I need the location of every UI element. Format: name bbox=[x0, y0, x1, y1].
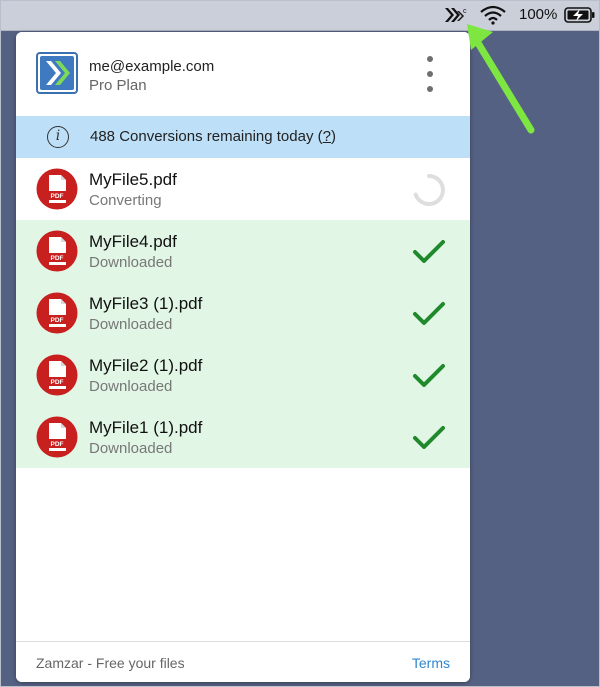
pdf-file-icon: PDF bbox=[36, 168, 78, 210]
account-header: me@example.com Pro Plan bbox=[16, 32, 470, 116]
file-name: MyFile4.pdf bbox=[89, 232, 177, 251]
svg-text:PDF: PDF bbox=[51, 317, 64, 324]
checkmark-icon bbox=[413, 426, 445, 449]
file-status: Converting bbox=[89, 192, 162, 209]
more-options-button[interactable] bbox=[420, 56, 440, 92]
checkmark-icon bbox=[413, 302, 445, 325]
file-name: MyFile1 (1).pdf bbox=[89, 418, 203, 437]
pdf-file-icon: PDF bbox=[36, 354, 78, 396]
terms-link[interactable]: Terms bbox=[412, 655, 450, 671]
panel-footer: Zamzar - Free your files Terms bbox=[16, 641, 470, 682]
more-dot-icon bbox=[427, 56, 433, 62]
conversions-info-bar: i 488 Conversions remaining today (?) bbox=[16, 116, 470, 158]
footer-tagline: Zamzar - Free your files bbox=[36, 655, 185, 671]
svg-text:PDF: PDF bbox=[51, 379, 64, 386]
file-status: Downloaded bbox=[89, 378, 173, 395]
pdf-file-icon: PDF bbox=[36, 292, 78, 334]
zamzar-popup-panel: me@example.com Pro Plan i 488 Conversion… bbox=[16, 32, 470, 682]
account-plan: Pro Plan bbox=[89, 77, 147, 94]
battery-charging-icon[interactable] bbox=[564, 6, 596, 24]
file-name: MyFile5.pdf bbox=[89, 170, 177, 189]
file-row[interactable]: PDF MyFile4.pdf Downloaded bbox=[16, 220, 470, 282]
file-status: Downloaded bbox=[89, 254, 173, 271]
file-row[interactable]: PDF MyFile1 (1).pdf Downloaded bbox=[16, 406, 470, 468]
checkmark-icon bbox=[413, 240, 445, 263]
loading-spinner-icon bbox=[413, 174, 445, 206]
account-email: me@example.com bbox=[89, 58, 215, 75]
annotation-arrow bbox=[467, 24, 535, 134]
svg-text:c: c bbox=[463, 8, 467, 15]
file-row[interactable]: PDF MyFile5.pdf Converting bbox=[16, 158, 470, 220]
svg-text:PDF: PDF bbox=[51, 255, 64, 262]
file-name: MyFile2 (1).pdf bbox=[89, 356, 203, 375]
file-status: Downloaded bbox=[89, 316, 173, 333]
conversions-remaining-text: 488 Conversions remaining today (?) bbox=[90, 128, 336, 145]
info-icon: i bbox=[47, 126, 69, 148]
svg-text:PDF: PDF bbox=[51, 441, 64, 448]
file-status: Downloaded bbox=[89, 440, 173, 457]
file-row[interactable]: PDF MyFile2 (1).pdf Downloaded bbox=[16, 344, 470, 406]
pdf-file-icon: PDF bbox=[36, 230, 78, 272]
svg-text:PDF: PDF bbox=[51, 193, 64, 200]
file-row[interactable]: PDF MyFile3 (1).pdf Downloaded bbox=[16, 282, 470, 344]
conversions-text-suffix: ) bbox=[330, 128, 336, 145]
checkmark-icon bbox=[413, 364, 445, 387]
more-dot-icon bbox=[427, 86, 433, 92]
conversions-text: 488 Conversions remaining today ( bbox=[90, 128, 323, 145]
help-link[interactable]: ? bbox=[323, 128, 331, 145]
pdf-file-icon: PDF bbox=[36, 416, 78, 458]
more-dot-icon bbox=[427, 71, 433, 77]
zamzar-logo bbox=[36, 52, 78, 94]
file-name: MyFile3 (1).pdf bbox=[89, 294, 203, 313]
